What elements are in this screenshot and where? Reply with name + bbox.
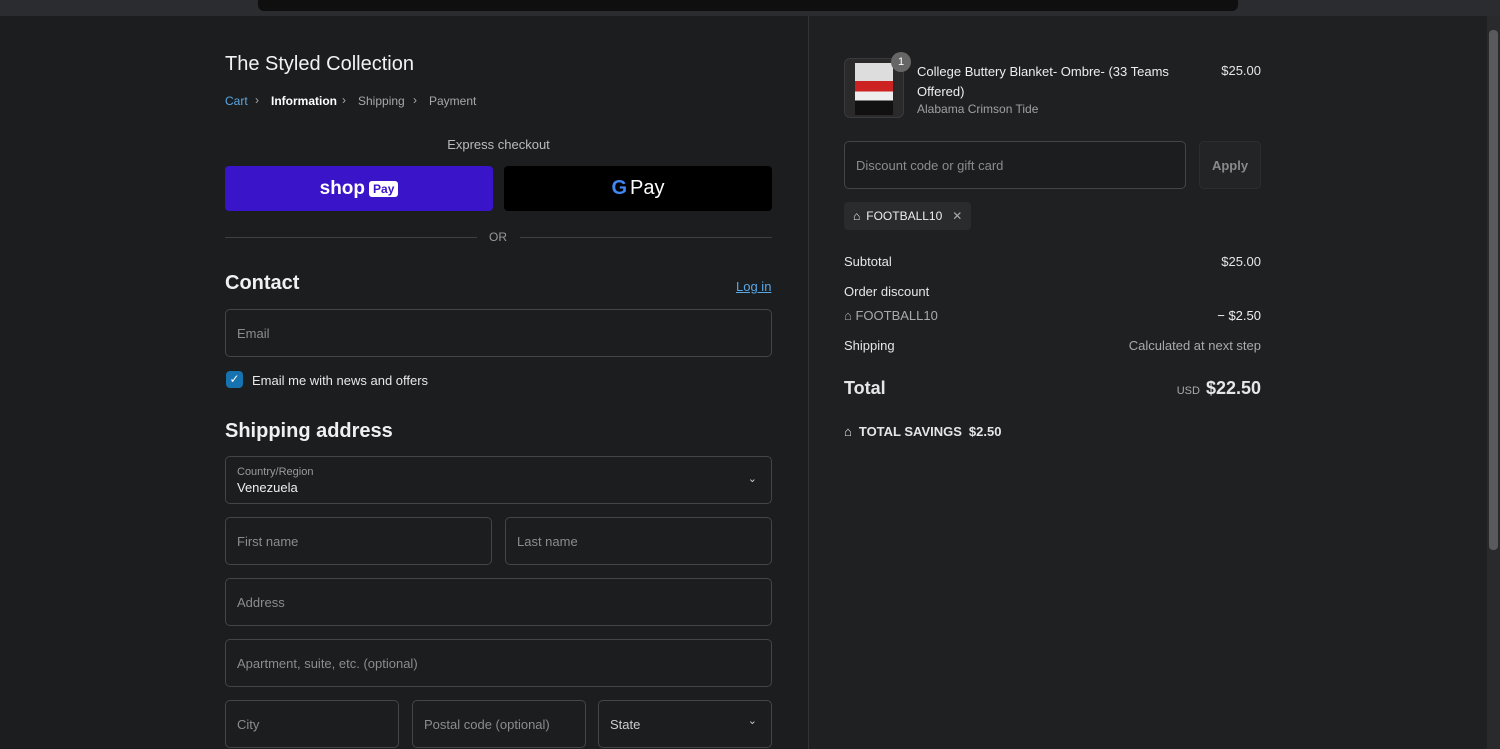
chevron-right-icon: › — [255, 93, 259, 107]
last-name-input[interactable]: Last name — [505, 517, 772, 565]
discount-code-row: ⌂ FOOTBALL10 − $2.50 — [844, 308, 1261, 323]
google-g-icon: G — [611, 177, 628, 199]
total-savings: ⌂ TOTAL SAVINGS $2.50 — [844, 424, 1001, 439]
breadcrumb-payment: Payment — [429, 94, 477, 108]
scrollbar[interactable] — [1487, 16, 1500, 749]
city-input[interactable]: City — [225, 700, 399, 748]
subtotal-row: Subtotal $25.00 — [844, 254, 1261, 269]
applied-code: FOOTBALL10 — [866, 209, 943, 223]
browser-toolbar — [0, 0, 1500, 16]
country-select[interactable]: Country/Region Venezuela ⌄ — [225, 456, 772, 504]
gpay-label: Pay — [630, 177, 665, 199]
apply-button[interactable]: Apply — [1199, 141, 1261, 189]
currency: USD — [1176, 385, 1200, 397]
discount-input[interactable]: Discount code or gift card — [844, 141, 1186, 189]
total-label: Total — [844, 378, 886, 398]
subtotal-value: $25.00 — [1221, 254, 1261, 269]
subtotal-label: Subtotal — [844, 254, 892, 269]
shop-pay-badge: Pay — [369, 180, 399, 197]
tag-icon: ⌂ — [844, 308, 856, 323]
newsletter-label: Email me with news and offers — [252, 373, 429, 388]
tag-icon: ⌂ — [844, 424, 852, 439]
divider — [225, 237, 477, 238]
scrollbar-thumb[interactable] — [1489, 30, 1498, 550]
breadcrumb-information: Information — [271, 94, 337, 108]
tag-icon: ⌂ — [853, 209, 861, 223]
discount-code: FOOTBALL10 — [855, 308, 938, 323]
product-variant: Alabama Crimson Tide — [917, 102, 1039, 116]
shipping-label: Shipping — [844, 338, 895, 353]
quantity-badge: 1 — [891, 52, 911, 72]
address-bar[interactable] — [258, 0, 1238, 11]
chevron-right-icon: › — [413, 93, 417, 107]
address-input[interactable]: Address — [225, 578, 772, 626]
chevron-down-icon: ⌄ — [747, 473, 757, 485]
savings-value: $2.50 — [968, 424, 1002, 439]
order-discount-label: Order discount — [844, 284, 930, 299]
apartment-input[interactable]: Apartment, suite, etc. (optional) — [225, 639, 772, 687]
store-title[interactable]: The Styled Collection — [225, 53, 414, 76]
breadcrumb-shipping: Shipping — [358, 94, 405, 108]
express-checkout-label: Express checkout — [447, 137, 550, 152]
product-name: College Buttery Blanket- Ombre- (33 Team… — [917, 64, 1169, 99]
discount-amount: − $2.50 — [1217, 308, 1261, 323]
chevron-right-icon: › — [342, 93, 346, 107]
shipping-heading: Shipping address — [225, 420, 393, 442]
shipping-value: Calculated at next step — [1128, 338, 1261, 353]
or-label: OR — [489, 230, 507, 244]
remove-discount-icon[interactable]: ✕ — [952, 209, 962, 223]
postal-code-input[interactable]: Postal code (optional) — [412, 700, 586, 748]
order-discount-row: Order discount — [844, 284, 1261, 299]
shop-pay-logo: shop — [319, 177, 366, 199]
applied-discount-tag: ⌂ FOOTBALL10 ✕ — [844, 202, 972, 230]
country-value: Venezuela — [237, 480, 298, 495]
savings-label: TOTAL SAVINGS — [858, 424, 962, 439]
divider — [520, 237, 772, 238]
country-label: Country/Region — [237, 466, 314, 478]
google-pay-button[interactable]: G Pay — [504, 166, 772, 211]
contact-heading: Contact — [225, 272, 300, 294]
shipping-row: Shipping Calculated at next step — [844, 338, 1261, 353]
total-row: Total USD $22.50 — [844, 378, 1261, 399]
shop-pay-button[interactable]: shop Pay — [225, 166, 493, 211]
total-value: $22.50 — [1205, 378, 1261, 398]
state-select[interactable]: State ⌄ — [598, 700, 772, 748]
product-price: $25.00 — [1221, 63, 1261, 78]
first-name-input[interactable]: First name — [225, 517, 492, 565]
email-input[interactable]: Email — [225, 309, 772, 357]
chevron-down-icon: ⌄ — [747, 715, 757, 727]
state-label: State — [610, 716, 641, 732]
login-link[interactable]: Log in — [736, 279, 771, 294]
newsletter-checkbox[interactable]: ✓ — [226, 371, 243, 388]
breadcrumb-cart[interactable]: Cart — [225, 94, 248, 108]
